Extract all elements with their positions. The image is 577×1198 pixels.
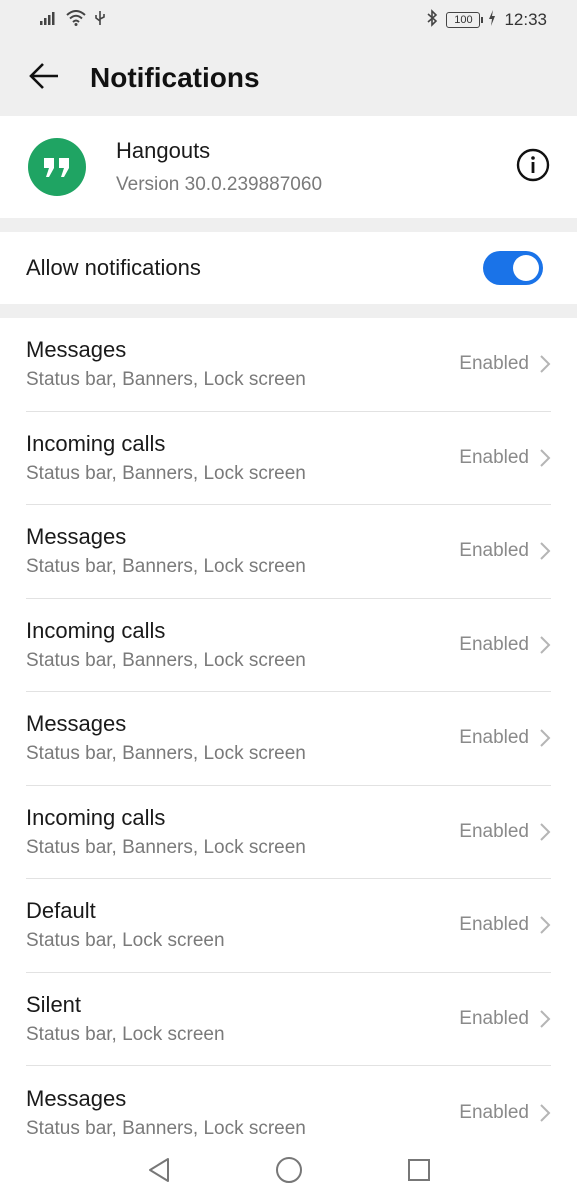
- channel-subtitle: Status bar, Banners, Lock screen: [26, 556, 306, 578]
- status-left: [40, 9, 106, 31]
- app-name: Hangouts: [116, 138, 211, 163]
- channel-status: Enabled: [459, 446, 529, 468]
- channel-status: Enabled: [459, 353, 529, 375]
- channel-status: Enabled: [459, 820, 529, 842]
- channel-right: Enabled: [459, 1102, 551, 1124]
- channel-title: Incoming calls: [26, 617, 166, 643]
- navigation-bar: [0, 1142, 577, 1198]
- bluetooth-icon: [426, 8, 438, 32]
- channel-row[interactable]: Messages Status bar, Banners, Lock scree…: [26, 318, 551, 412]
- toggle-knob: [513, 255, 539, 281]
- channel-row[interactable]: Silent Status bar, Lock screen Enabled: [26, 973, 551, 1066]
- channel-subtitle: Status bar, Lock screen: [26, 1023, 225, 1045]
- signal-icon: [40, 10, 58, 30]
- chevron-right-icon: [540, 542, 551, 560]
- channel-right: Enabled: [459, 914, 551, 936]
- chevron-right-icon: [540, 355, 551, 373]
- info-icon: [516, 148, 550, 187]
- channel-text: Messages Status bar, Banners, Lock scree…: [26, 524, 306, 578]
- nav-recents-button[interactable]: [399, 1150, 439, 1190]
- header: Notifications: [0, 40, 577, 116]
- channel-text: Incoming calls Status bar, Banners, Lock…: [26, 805, 306, 859]
- channel-status: Enabled: [459, 633, 529, 655]
- nav-home-button[interactable]: [269, 1150, 309, 1190]
- channel-right: Enabled: [459, 634, 551, 656]
- chevron-right-icon: [540, 1010, 551, 1028]
- channel-row[interactable]: Default Status bar, Lock screen Enabled: [26, 879, 551, 973]
- app-info: Hangouts Version 30.0.239887060: [116, 138, 513, 196]
- allow-notifications-row[interactable]: Allow notifications: [0, 232, 577, 304]
- channel-title: Messages: [26, 711, 127, 737]
- home-circle-icon: [275, 1157, 302, 1183]
- channel-row[interactable]: Incoming calls Status bar, Banners, Lock…: [26, 412, 551, 505]
- status-time: 12:33: [504, 10, 547, 29]
- channel-text: Messages Status bar, Banners, Lock scree…: [26, 711, 306, 765]
- app-card: Hangouts Version 30.0.239887060: [0, 116, 577, 218]
- channel-right: Enabled: [459, 540, 551, 562]
- channel-title: Incoming calls: [26, 430, 166, 456]
- usb-icon: [94, 10, 106, 31]
- status-bar: 100 12:33: [0, 0, 577, 40]
- chevron-right-icon: [540, 729, 551, 747]
- channel-subtitle: Status bar, Banners, Lock screen: [26, 1117, 306, 1139]
- channel-text: Incoming calls Status bar, Banners, Lock…: [26, 431, 306, 485]
- channel-text: Messages Status bar, Banners, Lock scree…: [26, 1086, 306, 1140]
- battery-icon: 100: [446, 12, 484, 28]
- charging-icon: [488, 9, 496, 31]
- back-triangle-icon: [148, 1158, 169, 1182]
- channel-text: Messages Status bar, Banners, Lock scree…: [26, 337, 306, 391]
- channel-subtitle: Status bar, Lock screen: [26, 930, 225, 952]
- back-arrow-icon: [28, 62, 60, 95]
- status-right: 100 12:33: [426, 8, 547, 32]
- channel-right: Enabled: [459, 821, 551, 843]
- allow-notifications-label: Allow notifications: [26, 255, 201, 280]
- channel-title: Messages: [26, 524, 127, 550]
- channel-status: Enabled: [459, 727, 529, 749]
- recents-square-icon: [407, 1159, 430, 1181]
- channel-row[interactable]: Messages Status bar, Banners, Lock scree…: [26, 505, 551, 599]
- channel-right: Enabled: [459, 727, 551, 749]
- channel-title: Messages: [26, 337, 127, 363]
- channel-title: Incoming calls: [26, 804, 166, 830]
- app-info-button[interactable]: [513, 147, 553, 187]
- chevron-right-icon: [540, 449, 551, 467]
- channel-right: Enabled: [459, 1008, 551, 1030]
- wifi-icon: [66, 9, 86, 31]
- allow-notifications-toggle[interactable]: [483, 251, 543, 285]
- channel-row[interactable]: Incoming calls Status bar, Banners, Lock…: [26, 786, 551, 879]
- channel-status: Enabled: [459, 914, 529, 936]
- channel-right: Enabled: [459, 353, 551, 375]
- channel-row[interactable]: Incoming calls Status bar, Banners, Lock…: [26, 599, 551, 692]
- channel-title: Silent: [26, 991, 82, 1017]
- channel-list: Messages Status bar, Banners, Lock scree…: [0, 318, 577, 1198]
- channel-status: Enabled: [459, 1101, 529, 1123]
- chevron-right-icon: [540, 916, 551, 934]
- channel-text: Default Status bar, Lock screen: [26, 898, 225, 952]
- hangouts-icon: [28, 138, 86, 196]
- channel-text: Silent Status bar, Lock screen: [26, 992, 225, 1046]
- back-button[interactable]: [14, 48, 74, 108]
- chevron-right-icon: [540, 823, 551, 841]
- channel-text: Incoming calls Status bar, Banners, Lock…: [26, 618, 306, 672]
- channel-status: Enabled: [459, 1007, 529, 1029]
- page-title: Notifications: [90, 62, 260, 93]
- channel-right: Enabled: [459, 447, 551, 469]
- channel-subtitle: Status bar, Banners, Lock screen: [26, 836, 306, 858]
- chevron-right-icon: [540, 1104, 551, 1122]
- channel-title: Default: [26, 898, 96, 924]
- channel-row[interactable]: Messages Status bar, Banners, Lock scree…: [26, 692, 551, 786]
- channel-subtitle: Status bar, Banners, Lock screen: [26, 369, 306, 391]
- app-version: Version 30.0.239887060: [116, 174, 323, 195]
- channel-title: Messages: [26, 1085, 127, 1111]
- channel-status: Enabled: [459, 540, 529, 562]
- channel-subtitle: Status bar, Banners, Lock screen: [26, 649, 306, 671]
- channel-subtitle: Status bar, Banners, Lock screen: [26, 462, 306, 484]
- nav-back-button[interactable]: [139, 1150, 179, 1190]
- channel-subtitle: Status bar, Banners, Lock screen: [26, 743, 306, 765]
- chevron-right-icon: [540, 636, 551, 654]
